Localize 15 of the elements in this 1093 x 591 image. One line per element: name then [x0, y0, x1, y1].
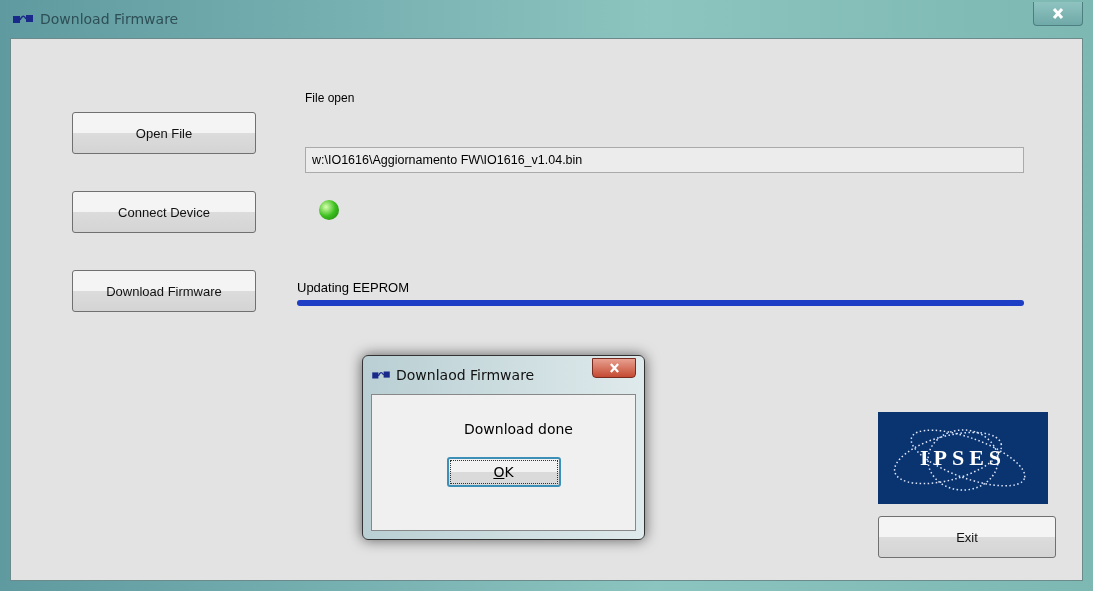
action-button[interactable]: Connect Device [72, 191, 256, 233]
action-button[interactable]: Download Firmware [72, 270, 256, 312]
close-button[interactable] [1033, 2, 1083, 26]
dialog-message: Download done [464, 421, 573, 437]
file-path-field[interactable]: w:\IO1616\Aggiornamento FW\IO1616_v1.04.bin [305, 147, 1024, 173]
action-button[interactable]: Open File [72, 112, 256, 154]
window-title: Download Firmware [40, 11, 179, 27]
exit-button[interactable]: Exit [878, 516, 1056, 558]
ok-button[interactable]: OK [446, 457, 561, 487]
close-icon [1052, 8, 1064, 19]
dialog-title: Downlaod Firmware [396, 367, 535, 383]
close-button[interactable] [592, 358, 636, 378]
file-label: File open [305, 91, 356, 105]
progress-label: Updating EEPROM [297, 280, 410, 295]
close-icon [608, 363, 620, 373]
